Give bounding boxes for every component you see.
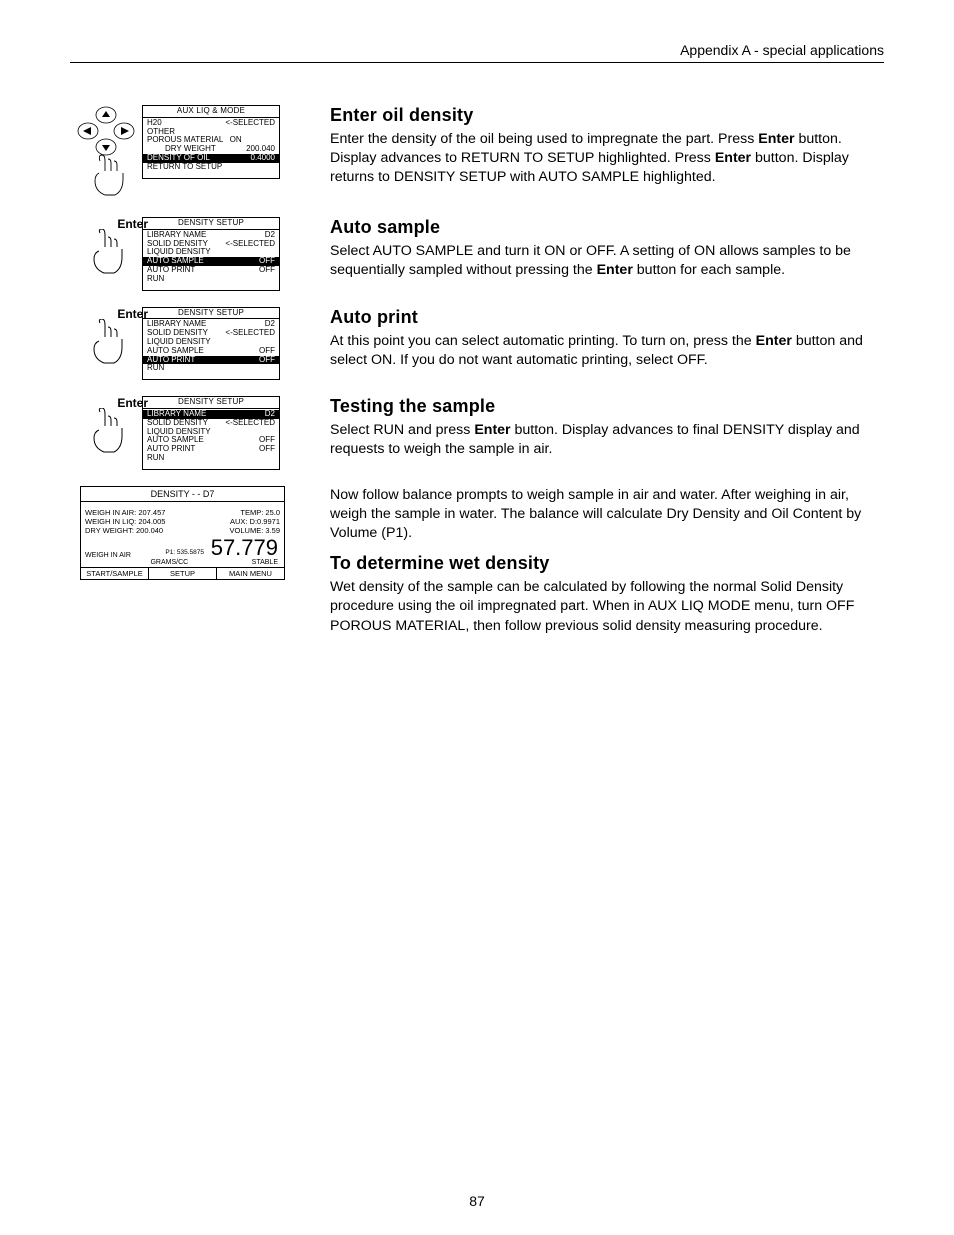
body-testing-sample: Select RUN and press Enter button. Displ… xyxy=(330,421,884,459)
page-number: 87 xyxy=(0,1193,954,1209)
lcd-density-setup-2: DENSITY SETUP LIBRARY NAMED2SOLID DENSIT… xyxy=(142,307,280,381)
enter-hand-icon: Enter xyxy=(70,396,142,458)
dpad-icon xyxy=(70,105,142,201)
body-balance-prompts: Now follow balance prompts to weigh samp… xyxy=(330,486,884,544)
enter-hand-icon: Enter xyxy=(70,307,142,369)
body-auto-print: At this point you can select automatic p… xyxy=(330,332,884,370)
lcd-density-setup-3: DENSITY SETUP LIBRARY NAMED2SOLID DENSIT… xyxy=(142,396,280,470)
body-auto-sample: Select AUTO SAMPLE and turn it ON or OFF… xyxy=(330,242,884,280)
heading-auto-sample: Auto sample xyxy=(330,217,884,238)
heading-wet-density: To determine wet density xyxy=(330,553,884,574)
page-header: Appendix A - special applications xyxy=(70,42,884,63)
body-enter-oil-density: Enter the density of the oil being used … xyxy=(330,130,884,188)
body-wet-density: Wet density of the sample can be calcula… xyxy=(330,578,884,636)
heading-auto-print: Auto print xyxy=(330,307,884,328)
lcd-aux-liq: AUX LIQ & MODE H20<-SELECTEDOTHERPOROUS … xyxy=(142,105,280,179)
heading-enter-oil-density: Enter oil density xyxy=(330,105,884,126)
lcd-density-setup-1: DENSITY SETUP LIBRARY NAMED2SOLID DENSIT… xyxy=(142,217,280,291)
enter-hand-icon: Enter xyxy=(70,217,142,279)
heading-testing-sample: Testing the sample xyxy=(330,396,884,417)
density-result-display: DENSITY - - D7 WEIGH IN AIR: 207.457TEMP… xyxy=(80,486,285,580)
